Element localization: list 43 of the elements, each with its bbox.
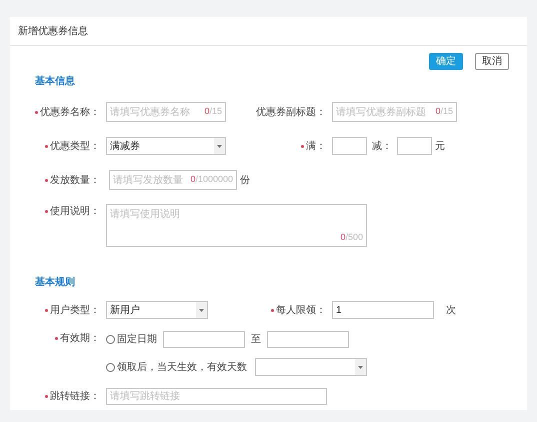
unit-label: 份	[240, 174, 250, 188]
field-label: 优惠类型：	[50, 140, 100, 154]
section-heading: 基本信息	[35, 76, 75, 87]
caret-down-icon	[355, 359, 366, 375]
text-input[interactable]	[397, 137, 432, 155]
text-input[interactable]	[332, 137, 367, 155]
char-counter: 0/15	[435, 105, 453, 118]
radio-button[interactable]	[106, 335, 115, 344]
char-counter: 0/1000000	[190, 173, 233, 186]
radio-label: 领取后，当天生效，有效天数	[117, 360, 247, 374]
text-input[interactable]: 请填写优惠券副标题 0/15	[332, 102, 457, 122]
radio-label: 固定日期	[117, 332, 157, 347]
field-label: 跳转链接：	[50, 390, 100, 404]
date-input[interactable]	[267, 331, 349, 348]
field-label: 优惠券名称：	[40, 106, 100, 120]
radio-button[interactable]	[106, 362, 115, 372]
caret-down-icon	[214, 138, 225, 154]
confirm-button[interactable]: 确定	[429, 53, 463, 70]
field-label: 满：	[306, 140, 326, 154]
text-input[interactable]: 请填写发放数量 0/1000000	[109, 170, 237, 190]
date-input[interactable]	[163, 331, 245, 348]
dropdown-select[interactable]	[255, 358, 367, 376]
unit-label: 元	[435, 140, 445, 154]
textarea-field[interactable]: 请填写使用说明 0/500	[106, 204, 367, 247]
field-label: 使用说明：	[50, 205, 100, 219]
char-counter: 0/500	[340, 230, 363, 244]
range-separator: 至	[251, 333, 261, 347]
dropdown-select[interactable]: 新用户	[106, 301, 208, 319]
char-counter: 0/15	[204, 105, 222, 118]
cancel-button[interactable]: 取消	[475, 53, 509, 70]
text-input[interactable]: 1	[332, 301, 434, 319]
field-label: 优惠券副标题：	[256, 106, 326, 120]
field-label: 发放数量：	[50, 174, 100, 188]
unit-label: 次	[446, 304, 456, 318]
field-label: 用户类型：	[50, 304, 100, 318]
text-input[interactable]: 请填写优惠券名称 0/15	[106, 102, 226, 122]
field-label: 有效期：	[60, 332, 100, 346]
field-label: 每人限领：	[276, 304, 326, 318]
section-heading: 基本规则	[35, 277, 75, 288]
dropdown-select[interactable]: 满减券	[106, 137, 226, 155]
page-title: 新增优惠券信息	[18, 24, 88, 38]
caret-down-icon	[196, 302, 207, 318]
field-label: 减：	[371, 140, 393, 154]
